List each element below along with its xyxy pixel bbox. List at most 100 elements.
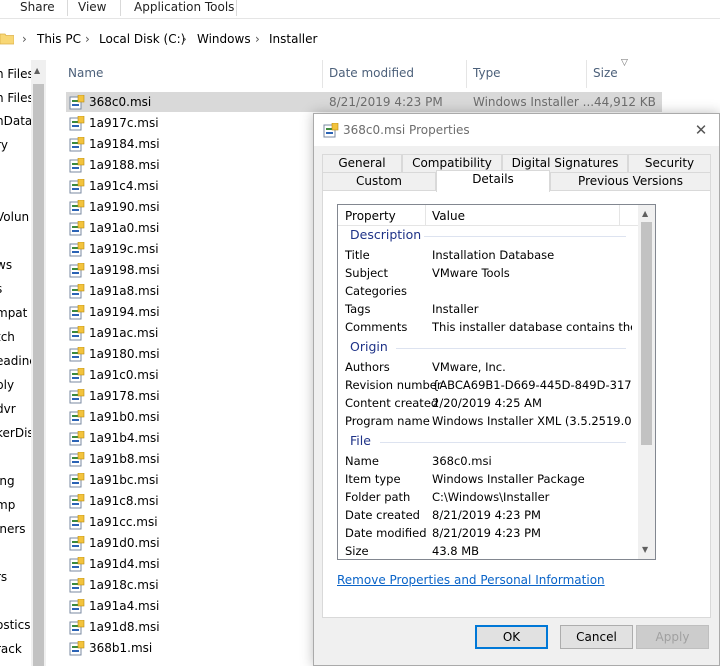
nav-item[interactable]: dvr [0, 402, 16, 416]
file-row[interactable]: 1a9180.msi [66, 344, 314, 364]
property-name[interactable]: Date modified [345, 526, 427, 540]
column-header-type[interactable]: Type [473, 66, 501, 80]
column-separator[interactable] [619, 205, 620, 226]
property-group-header[interactable]: Description [350, 228, 421, 242]
file-row[interactable]: 1a91b0.msi [66, 407, 314, 427]
file-row[interactable]: 1a9188.msi [66, 155, 314, 175]
property-name[interactable]: Comments [345, 320, 407, 334]
nav-item[interactable]: ing [0, 474, 15, 488]
property-value[interactable]: Windows Installer XML (3.5.2519.0) [432, 414, 632, 428]
property-value[interactable]: This installer database contains the l..… [432, 320, 632, 334]
nav-item[interactable]: tch [0, 330, 15, 344]
breadcrumb-chevron-icon[interactable]: › [85, 32, 90, 46]
column-header-value[interactable]: Value [432, 209, 465, 223]
file-row[interactable]: 1a91d8.msi [66, 617, 314, 637]
file-row[interactable]: 1a919c.msi [66, 239, 314, 259]
property-value[interactable]: 8/21/2019 4:23 PM [432, 508, 632, 522]
tab-previous-versions[interactable]: Previous Versions [550, 172, 711, 190]
column-separator[interactable] [425, 205, 426, 226]
column-header-date-modified[interactable]: Date modified [329, 66, 414, 80]
property-name[interactable]: Tags [345, 302, 370, 316]
breadcrumb-local-disk[interactable]: Local Disk (C:) [99, 32, 185, 46]
property-name[interactable]: Folder path [345, 490, 410, 504]
property-list-scrollbar-thumb[interactable] [641, 222, 652, 445]
apply-button[interactable]: Apply [636, 625, 709, 649]
file-row[interactable]: 1a9184.msi [66, 134, 314, 154]
file-row[interactable]: 1a91c8.msi [66, 491, 314, 511]
file-row[interactable]: 1a9194.msi [66, 302, 314, 322]
file-row[interactable]: 1a91d4.msi [66, 554, 314, 574]
file-row[interactable]: 1a9198.msi [66, 260, 314, 280]
file-row[interactable]: 1a9178.msi [66, 386, 314, 406]
scroll-down-icon[interactable]: ▼ [642, 545, 648, 554]
dialog-title-bar[interactable]: 368c0.msi Properties ✕ [314, 114, 719, 146]
nav-item[interactable]: s [0, 282, 2, 296]
file-row[interactable]: 368b1.msi [66, 638, 314, 658]
ribbon-tab-application-tools[interactable]: Application Tools [134, 0, 234, 16]
file-row[interactable]: 1a91a8.msi [66, 281, 314, 301]
file-row[interactable]: 1a91d0.msi [66, 533, 314, 553]
property-name[interactable]: Item type [345, 472, 401, 486]
column-header-size[interactable]: Size [593, 66, 618, 80]
column-separator[interactable] [466, 60, 467, 88]
nav-item[interactable]: bly [0, 378, 14, 392]
property-value[interactable]: 43.8 MB [432, 544, 632, 558]
property-name[interactable]: Date created [345, 508, 420, 522]
remove-properties-link[interactable]: Remove Properties and Personal Informati… [337, 573, 605, 587]
property-name[interactable]: Name [345, 454, 379, 468]
nav-item[interactable]: ostics [0, 618, 30, 632]
property-list-scrollbar[interactable]: ▲ ▼ [638, 205, 655, 559]
property-group-header[interactable]: File [350, 434, 371, 448]
tab-details[interactable]: Details [436, 170, 550, 192]
file-row[interactable]: 1a91c0.msi [66, 365, 314, 385]
file-row[interactable]: 1a918c.msi [66, 575, 314, 595]
property-name[interactable]: Categories [345, 284, 407, 298]
property-name[interactable]: Subject [345, 266, 388, 280]
scroll-up-icon[interactable]: ▲ [34, 66, 40, 75]
file-row[interactable]: 1a917c.msi [66, 113, 314, 133]
property-value[interactable]: VMware, Inc. [432, 360, 632, 374]
breadcrumb-chevron-icon[interactable]: › [22, 32, 27, 46]
nav-item[interactable]: mp [0, 498, 15, 512]
property-name[interactable]: Size [345, 544, 369, 558]
property-value[interactable]: {ABCA69B1-D669-445D-849D-317E... [432, 378, 632, 392]
file-row[interactable]: 1a91bc.msi [66, 470, 314, 490]
tab-custom[interactable]: Custom [322, 172, 436, 190]
property-name[interactable]: Authors [345, 360, 390, 374]
nav-scrollbar-thumb[interactable] [33, 84, 44, 666]
nav-item[interactable]: Volun [0, 210, 29, 224]
nav-item[interactable]: nData [0, 114, 32, 128]
property-value[interactable]: 2/20/2019 4:25 AM [432, 396, 632, 410]
nav-item[interactable]: ws [0, 258, 12, 272]
breadcrumb-chevron-icon[interactable]: › [182, 32, 187, 46]
property-name[interactable]: Program name [345, 414, 430, 428]
property-value[interactable]: VMware Tools [432, 266, 632, 280]
property-name[interactable]: Title [345, 248, 370, 262]
nav-item[interactable]: kerDis [0, 426, 34, 440]
property-value[interactable]: Installer [432, 302, 632, 316]
property-name[interactable]: Revision number [345, 378, 442, 392]
file-row[interactable]: 368c0.msi 8/21/2019 4:23 PM Windows Instal… [66, 92, 662, 112]
tab-security[interactable]: Security [628, 154, 711, 172]
column-separator[interactable] [322, 60, 323, 88]
breadcrumb-chevron-icon[interactable]: › [255, 32, 260, 46]
property-group-header[interactable]: Origin [350, 340, 388, 354]
nav-item[interactable]: ry [0, 138, 8, 152]
breadcrumb-installer[interactable]: Installer [269, 32, 317, 46]
column-header-name[interactable]: Name [68, 66, 103, 80]
property-name[interactable]: Content created [345, 396, 438, 410]
property-value[interactable]: 8/21/2019 4:23 PM [432, 526, 632, 540]
file-row[interactable]: 1a91ac.msi [66, 323, 314, 343]
nav-item[interactable]: rack [0, 642, 22, 656]
file-row[interactable]: 1a9190.msi [66, 197, 314, 217]
column-separator[interactable] [586, 60, 587, 88]
nav-item[interactable]: iners [0, 522, 26, 536]
nav-item[interactable]: n Files [0, 91, 34, 105]
nav-item[interactable]: rs [0, 570, 7, 584]
tab-general[interactable]: General [322, 154, 402, 172]
breadcrumb-this-pc[interactable]: This PC [37, 32, 81, 46]
property-value[interactable]: Installation Database [432, 248, 632, 262]
file-row[interactable]: 1a91a0.msi [66, 218, 314, 238]
nav-item[interactable]: mpat [0, 306, 27, 320]
file-row[interactable]: 1a91a4.msi [66, 596, 314, 616]
